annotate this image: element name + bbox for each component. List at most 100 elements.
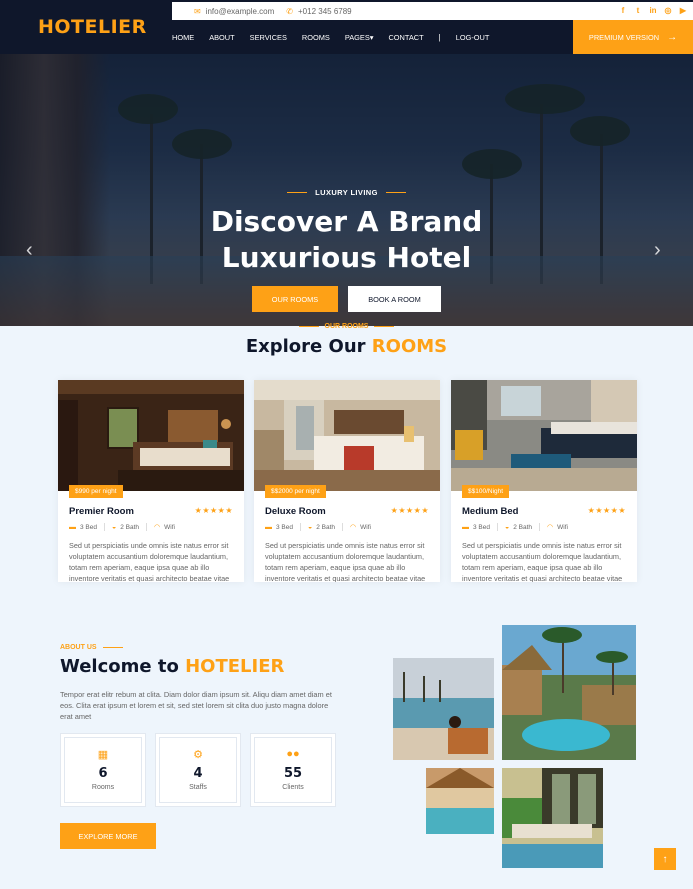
wifi-feature: ◠ Wifi bbox=[350, 523, 371, 532]
stat-label: Clients bbox=[282, 784, 304, 791]
about-title: Welcome to HOTELIER bbox=[60, 656, 284, 677]
star-rating: ★★★★★ bbox=[194, 506, 233, 515]
nav-logout[interactable]: LOG-OUT bbox=[456, 33, 490, 42]
bed-icon: ▬ bbox=[265, 523, 272, 531]
explore-more-button[interactable]: EXPLORE MORE bbox=[60, 823, 156, 849]
room-features: ▬ 3 Bed ◒ 2 Bath ◠ Wifi bbox=[462, 523, 568, 531]
chevron-left-icon[interactable]: ‹ bbox=[26, 240, 33, 260]
wifi-feature: ◠ Wifi bbox=[154, 523, 175, 532]
bed-feature: ▬ 3 Bed bbox=[265, 524, 293, 531]
linkedin-icon[interactable]: in bbox=[649, 5, 657, 17]
bath-icon: ◒ bbox=[505, 523, 510, 531]
bath-icon: ◒ bbox=[112, 523, 117, 531]
divider bbox=[104, 523, 105, 531]
room-description: Sed ut perspiciatis unde omnis iste natu… bbox=[462, 541, 623, 582]
room-name: Medium Bed bbox=[462, 506, 519, 517]
users-cog-icon: ⚙ bbox=[193, 749, 203, 761]
nav-about[interactable]: ABOUT bbox=[209, 33, 234, 42]
wifi-label: Wifi bbox=[360, 523, 371, 531]
bed-feature: ▬ 3 Bed bbox=[462, 524, 490, 531]
star-rating: ★★★★★ bbox=[390, 506, 429, 515]
hero-title-line1: Discover A Brand bbox=[210, 205, 483, 238]
phone-icon: ✆ bbox=[286, 6, 293, 16]
rooms-title-main: Explore Our bbox=[245, 336, 366, 357]
nav-services[interactable]: SERVICES bbox=[250, 33, 287, 42]
youtube-icon[interactable]: ▶ bbox=[679, 5, 687, 17]
phone-contact: ✆ +012 345 6789 bbox=[286, 7, 351, 16]
room-name: Deluxe Room bbox=[265, 506, 326, 517]
gallery-image bbox=[502, 768, 603, 868]
stat-rooms: ▦ 6 Rooms bbox=[60, 733, 146, 807]
hotel-icon: ▦ bbox=[97, 749, 109, 761]
bed-count: 3 Bed bbox=[276, 523, 293, 531]
wifi-icon: ◠ bbox=[350, 524, 357, 531]
site-header: HOTELIER ✉ info@example.com ✆ +012 345 6… bbox=[0, 0, 693, 54]
stat-value: 4 bbox=[193, 766, 203, 781]
book-room-button[interactable]: BOOK A ROOM bbox=[348, 286, 441, 312]
wifi-icon: ◠ bbox=[154, 524, 161, 531]
nav-contact[interactable]: CONTACT bbox=[388, 33, 423, 42]
room-card[interactable]: $990 per night Premier Room ★★★★★ ▬ 3 Bed… bbox=[58, 380, 244, 582]
bath-feature: ◒ 2 Bath bbox=[505, 524, 532, 531]
arrow-right-icon: → bbox=[667, 31, 678, 43]
stat-inner: ●● 55 Clients bbox=[254, 737, 332, 803]
room-photo bbox=[254, 380, 440, 491]
room-price-badge: $990 per night bbox=[69, 485, 123, 498]
room-card[interactable]: $$100/Night Medium Bed ★★★★★ ▬ 3 Bed ◒ 2 B… bbox=[451, 380, 637, 582]
instagram-icon[interactable]: ◎ bbox=[664, 5, 672, 17]
bed-feature: ▬ 3 Bed bbox=[69, 524, 97, 531]
topbar: ✉ info@example.com ✆ +012 345 6789 f t i… bbox=[172, 2, 693, 20]
stat-label: Staffs bbox=[189, 784, 207, 791]
social-links: f t in ◎ ▶ bbox=[619, 5, 687, 17]
divider bbox=[287, 192, 308, 193]
brand-logo[interactable]: HOTELIER bbox=[0, 0, 172, 54]
hero-title-line2: Luxurious Hotel bbox=[221, 241, 472, 274]
room-photo bbox=[58, 380, 244, 491]
email-text: info@example.com bbox=[205, 6, 275, 16]
phone-text: +012 345 6789 bbox=[298, 6, 352, 16]
room-price-badge: $$2000 per night bbox=[265, 485, 326, 498]
email-contact: ✉ info@example.com bbox=[194, 7, 274, 16]
gallery-image bbox=[393, 658, 494, 760]
divider bbox=[102, 647, 123, 648]
chevron-down-icon: ▾ bbox=[369, 32, 374, 42]
bath-feature: ◒ 2 Bath bbox=[112, 524, 139, 531]
bed-icon: ▬ bbox=[69, 523, 76, 531]
hero-carousel: LUXURY LIVING Discover A Brand Luxurious… bbox=[0, 54, 693, 326]
premium-version-button[interactable]: PREMIUM VERSION → bbox=[573, 20, 693, 54]
hero-title: Discover A Brand Luxurious Hotel bbox=[0, 204, 693, 276]
room-card[interactable]: $$2000 per night Deluxe Room ★★★★★ ▬ 3 Be… bbox=[254, 380, 440, 582]
divider bbox=[342, 523, 344, 531]
room-price-badge: $$100/Night bbox=[462, 485, 510, 498]
users-icon: ●● bbox=[286, 748, 300, 760]
stat-staffs: ⚙ 4 Staffs bbox=[155, 733, 241, 807]
chevron-right-icon[interactable]: › bbox=[654, 240, 661, 260]
gallery-image bbox=[426, 768, 494, 834]
nav-pages[interactable]: PAGES▾ bbox=[345, 33, 374, 42]
wifi-label: Wifi bbox=[557, 523, 568, 531]
twitter-icon[interactable]: t bbox=[634, 5, 642, 17]
divider bbox=[300, 523, 301, 531]
bath-count: 2 Bath bbox=[513, 523, 533, 531]
divider bbox=[497, 523, 498, 531]
main-nav: HOME ABOUT SERVICES ROOMS PAGES▾ CONTACT… bbox=[172, 20, 504, 54]
rooms-eyebrow-text: OUR ROOMS bbox=[324, 323, 369, 330]
nav-rooms[interactable]: ROOMS bbox=[302, 33, 330, 42]
bath-count: 2 Bath bbox=[316, 523, 336, 531]
room-features: ▬ 3 Bed ◒ 2 Bath ◠ Wifi bbox=[69, 523, 175, 531]
premium-label: PREMIUM VERSION bbox=[588, 32, 660, 42]
about-eyebrow: ABOUT US bbox=[60, 644, 123, 651]
stat-value: 6 bbox=[98, 766, 108, 781]
rooms-title-accent: ROOMS bbox=[371, 336, 448, 357]
bath-count: 2 Bath bbox=[120, 523, 140, 531]
bath-feature: ◒ 2 Bath bbox=[308, 524, 335, 531]
divider bbox=[298, 326, 319, 327]
nav-home[interactable]: HOME bbox=[172, 33, 194, 42]
divider bbox=[374, 326, 395, 327]
nav-pages-label: PAGES bbox=[344, 32, 370, 42]
brand-name[interactable]: HOTELIER bbox=[38, 16, 147, 38]
back-to-top-button[interactable]: ↑ bbox=[654, 848, 676, 870]
facebook-icon[interactable]: f bbox=[619, 5, 627, 17]
our-rooms-button[interactable]: OUR ROOMS bbox=[252, 286, 338, 312]
arrow-up-icon: ↑ bbox=[662, 853, 668, 865]
